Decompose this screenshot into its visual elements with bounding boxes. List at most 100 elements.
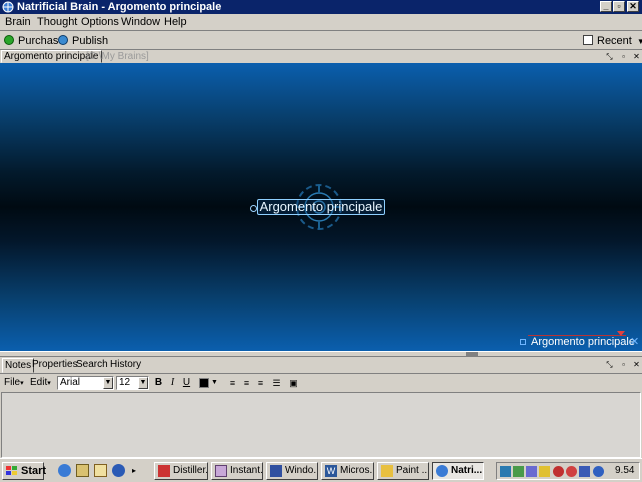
edit-menu[interactable]: Edit▾ [30, 376, 52, 390]
bold-button[interactable]: B [152, 376, 165, 390]
menu-window[interactable]: Window [121, 16, 160, 29]
thought-node-dot[interactable] [250, 205, 257, 212]
file-menu[interactable]: File▾ [4, 376, 26, 390]
publish-button[interactable]: Publish [58, 34, 108, 48]
bullet-list-icon[interactable]: ☰ [270, 376, 283, 390]
thought-square-icon [520, 339, 526, 345]
purchase-icon [4, 35, 14, 45]
search-icon[interactable] [566, 466, 577, 477]
notes-tab-bar: Notes Properties Search History ⤡ ▫ ✕ [0, 357, 642, 373]
task-paint[interactable]: Paint ... [377, 462, 429, 480]
italic-button[interactable]: I [166, 376, 179, 390]
underline-button[interactable]: U [180, 376, 193, 390]
menu-options[interactable]: Options [81, 16, 119, 29]
window-mode-icon[interactable]: ▫ [619, 360, 628, 369]
taskbar: Start ▸ Distiller... Instant... Windo...… [0, 458, 642, 482]
menu-brain[interactable]: Brain [5, 16, 31, 29]
task-windows[interactable]: Windo... [266, 462, 318, 480]
task-label: Distiller... [173, 465, 208, 476]
font-size-value: 12 [119, 377, 131, 388]
tab-search[interactable]: Search [76, 358, 108, 371]
publish-label: Publish [72, 35, 109, 47]
close-tab-icon[interactable]: ✕ [632, 52, 641, 61]
instant-icon [215, 465, 227, 477]
insert-object-icon[interactable]: ▣ [287, 376, 300, 390]
align-left-icon[interactable]: ≡ [226, 376, 239, 390]
brain-app-icon [2, 1, 14, 13]
font-size-select[interactable]: 12 ▼ [116, 376, 149, 390]
alert-icon[interactable] [553, 466, 564, 477]
chevron-down-icon[interactable]: ▼ [103, 377, 113, 389]
notes-toolbar: File▾ Edit▾ Arial ▼ 12 ▼ B I U ▼ ≡ ≡ ≡ ☰… [0, 373, 642, 391]
minimize-button[interactable]: _ [600, 1, 612, 12]
text-color-button[interactable]: ▼ [197, 376, 221, 390]
task-label: Paint ... [396, 465, 429, 476]
font-family-value: Arial [60, 377, 81, 388]
edit-menu-label: Edit [30, 377, 48, 388]
tab-history[interactable]: History [110, 358, 141, 371]
task-microsoft[interactable]: WMicros... [321, 462, 374, 480]
toolbar: Purchase Publish Recent ▼ [0, 32, 642, 50]
task-natrificial[interactable]: Natri... [432, 462, 484, 480]
menu-bar: Brain Thought Options Window Help [0, 14, 642, 31]
pin-icon[interactable]: ⤡ [605, 52, 614, 61]
restore-button[interactable]: ▫ [613, 1, 625, 12]
menu-thought[interactable]: Thought [37, 16, 77, 29]
tab-properties[interactable]: Properties [32, 358, 78, 371]
close-pane-icon[interactable]: ✕ [632, 360, 641, 369]
cross-icon[interactable]: ✕ [630, 335, 639, 349]
central-thought[interactable]: Argomento principale [257, 199, 385, 215]
messenger-icon[interactable] [579, 466, 590, 477]
clock[interactable]: 9.54 [615, 464, 634, 478]
globe-icon [58, 35, 68, 45]
close-button[interactable]: ✕ [627, 1, 639, 12]
align-center-icon[interactable]: ≡ [240, 376, 253, 390]
task-label: Instant... [230, 465, 263, 476]
menu-help[interactable]: Help [164, 16, 187, 29]
desktop-icon[interactable] [94, 464, 107, 477]
file-menu-label: File [4, 377, 21, 388]
purchase-button[interactable]: Purchase [4, 34, 64, 48]
internet-explorer-icon[interactable] [58, 464, 71, 477]
color-swatch-icon [199, 378, 209, 388]
window-icon [270, 465, 282, 477]
active-thought-label[interactable]: Argomento principale [520, 335, 635, 349]
acrobat-icon [158, 465, 170, 477]
task-label: Windo... [285, 465, 317, 476]
recent-label: Recent [597, 35, 632, 47]
network-icon[interactable] [500, 466, 511, 477]
pin-icon[interactable]: ⤡ [605, 360, 614, 369]
window-title: Natrificial Brain - Argomento principale [17, 1, 222, 13]
window-mode-icon[interactable]: ▫ [619, 52, 628, 61]
word-icon: W [325, 465, 337, 477]
align-right-icon[interactable]: ≡ [254, 376, 267, 390]
monitor-icon[interactable] [513, 466, 524, 477]
task-distiller[interactable]: Distiller... [154, 462, 208, 480]
chevron-down-icon[interactable]: ▼ [138, 377, 148, 389]
paint-icon [381, 465, 393, 477]
system-tray: 9.54 [496, 462, 640, 480]
plex-canvas[interactable]: Argomento principale Argomento principal… [0, 63, 642, 351]
recent-dropdown[interactable]: Recent ▼ [583, 34, 642, 48]
chevron-down-icon: ▼ [636, 37, 642, 46]
start-label: Start [21, 465, 47, 477]
brain-tab-bar: Argomento principale [C:\My Brains] ⤡ ▫ … [0, 50, 642, 63]
task-instant[interactable]: Instant... [211, 462, 263, 480]
task-label: Natri... [451, 465, 483, 476]
volume-icon[interactable] [539, 466, 550, 477]
notes-editor[interactable] [1, 392, 641, 458]
update-icon[interactable] [593, 466, 604, 477]
windows-flag-icon [6, 466, 17, 475]
title-bar[interactable]: Natrificial Brain - Argomento principale… [0, 0, 642, 14]
outlook-icon[interactable] [76, 464, 89, 477]
brain-app-icon [436, 465, 448, 477]
splitter-grip[interactable] [466, 352, 478, 356]
list-icon [583, 35, 593, 45]
active-thought-text: Argomento principale [531, 336, 635, 348]
chevron-right-icon[interactable]: ▸ [132, 464, 145, 477]
tab-notes[interactable]: Notes [2, 358, 35, 373]
font-family-select[interactable]: Arial ▼ [57, 376, 114, 390]
start-button[interactable]: Start [2, 462, 47, 480]
antivirus-icon[interactable] [526, 466, 537, 477]
media-icon[interactable] [112, 464, 125, 477]
